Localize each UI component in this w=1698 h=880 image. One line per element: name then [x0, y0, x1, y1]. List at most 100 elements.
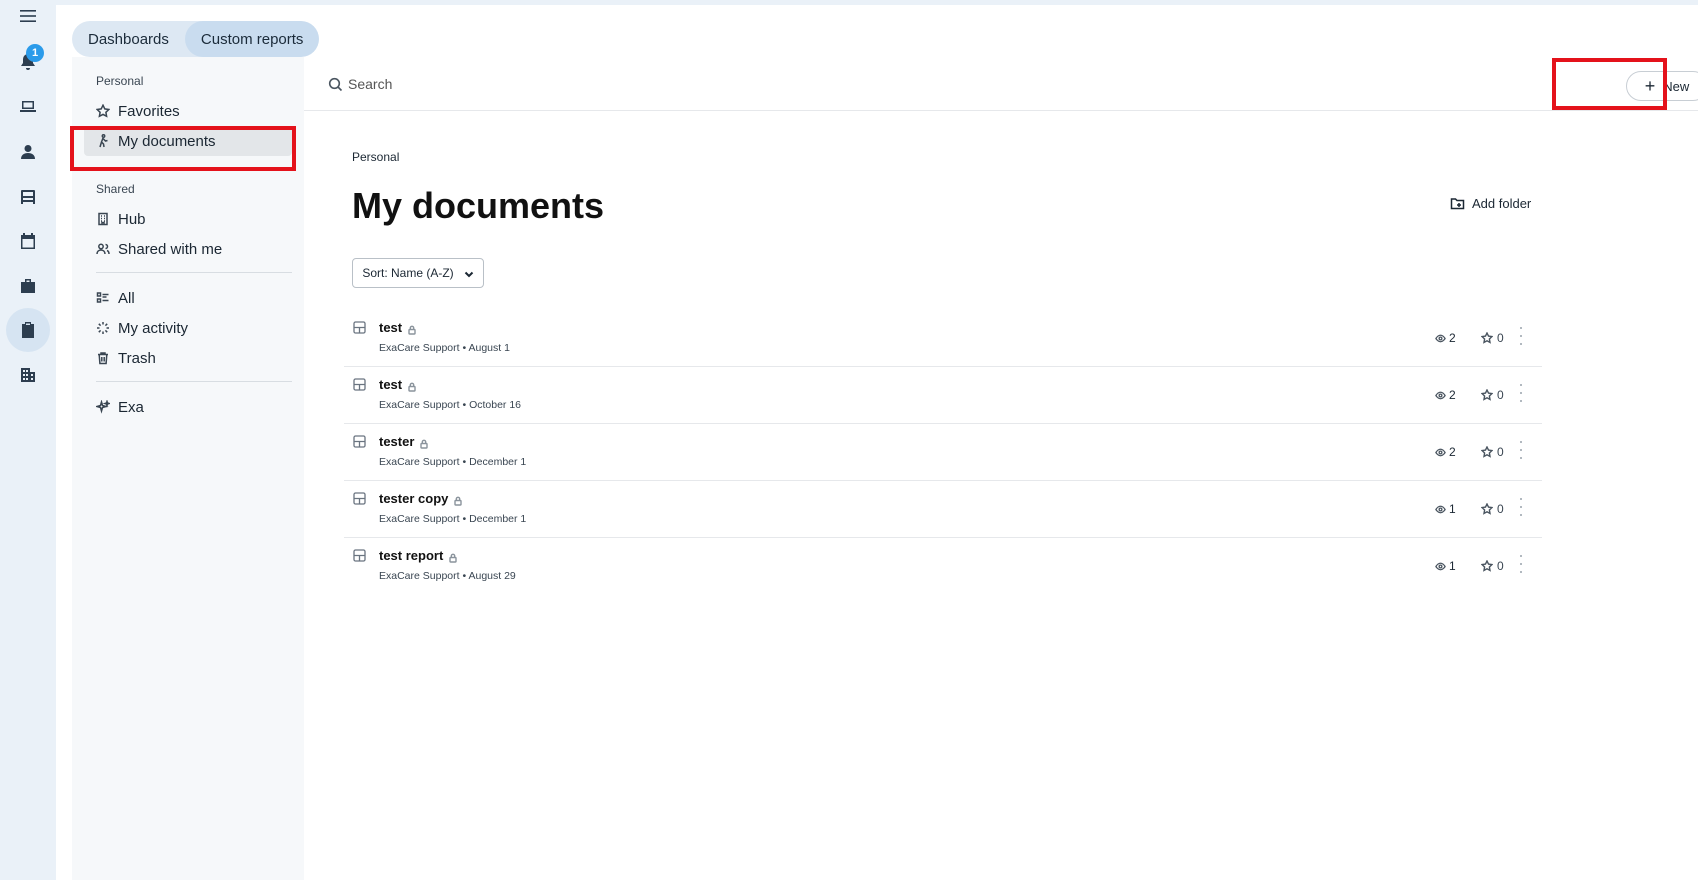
new-button[interactable]: + New [1626, 71, 1698, 101]
more-options-icon[interactable] [1518, 441, 1524, 459]
nav-item-my-documents[interactable]: My documents [84, 126, 292, 156]
nav-item-trash[interactable]: Trash [84, 343, 292, 373]
briefcase-icon[interactable] [6, 264, 50, 308]
sort-label: Sort: Name (A-Z) [362, 266, 454, 280]
view-count: 2 [1435, 445, 1456, 459]
menu-icon[interactable] [6, 0, 50, 38]
more-options-icon[interactable] [1518, 498, 1524, 516]
nav-item-label: Hub [118, 210, 146, 228]
view-count-value: 2 [1449, 445, 1456, 459]
clipboard-check-icon[interactable] [6, 308, 50, 352]
table-row[interactable]: tester ExaCare Support • December 1 2 0 [344, 424, 1542, 481]
document-name[interactable]: test [379, 377, 417, 392]
add-folder-button[interactable]: Add folder [1450, 196, 1531, 211]
page-title: My documents [352, 185, 605, 226]
nav-item-my-activity[interactable]: My activity [84, 313, 292, 343]
report-icon [353, 321, 366, 334]
table-row[interactable]: test report ExaCare Support • August 29 … [344, 538, 1542, 595]
notification-badge: 1 [26, 44, 44, 62]
laptop-icon[interactable] [6, 85, 50, 129]
lock-icon [448, 551, 458, 563]
document-name[interactable]: tester copy [379, 491, 463, 506]
view-count-value: 1 [1449, 502, 1456, 516]
nav-item-label: All [118, 289, 135, 307]
person-icon[interactable] [6, 130, 50, 174]
document-title[interactable]: test [379, 377, 402, 392]
nav-item-all[interactable]: All [84, 283, 292, 313]
view-count: 2 [1435, 331, 1456, 345]
document-date: December 1 [469, 513, 527, 525]
search-icon [328, 77, 343, 92]
calendar-icon[interactable] [6, 219, 50, 263]
document-date: December 1 [469, 456, 527, 468]
document-name[interactable]: tester [379, 434, 429, 449]
search-input[interactable] [348, 71, 748, 97]
list-icon [96, 291, 110, 305]
star-count[interactable]: 0 [1481, 388, 1504, 402]
new-button-label: New [1663, 78, 1690, 94]
view-count: 1 [1435, 559, 1456, 573]
breadcrumb[interactable]: Personal [352, 150, 399, 164]
table-row[interactable]: test ExaCare Support • October 16 2 0 [344, 367, 1542, 424]
tab-dashboards[interactable]: Dashboards [72, 21, 185, 57]
document-title[interactable]: test report [379, 548, 443, 563]
sparkle-icon [96, 400, 110, 414]
document-date: October 16 [469, 399, 522, 411]
tab-custom-reports[interactable]: Custom reports [184, 21, 320, 57]
star-count-value: 0 [1497, 388, 1504, 402]
table-row[interactable]: test ExaCare Support • August 1 2 0 [344, 310, 1542, 367]
star-icon [1481, 389, 1493, 401]
document-title[interactable]: tester copy [379, 491, 448, 506]
search-bar: + New [304, 57, 1698, 111]
add-folder-label: Add folder [1472, 196, 1532, 211]
bell-icon[interactable]: 1 [6, 40, 50, 84]
chevron-down-icon [464, 268, 474, 278]
report-icon [353, 549, 366, 562]
document-author: ExaCare Support [379, 570, 460, 582]
document-meta: ExaCare Support • December 1 [379, 513, 527, 525]
eye-icon [1435, 334, 1446, 342]
lock-icon [407, 323, 417, 335]
star-count[interactable]: 0 [1481, 331, 1504, 345]
table-row[interactable]: tester copy ExaCare Support • December 1… [344, 481, 1542, 538]
nav-divider [96, 272, 292, 273]
nav-item-favorites[interactable]: Favorites [84, 96, 292, 126]
report-icon [353, 435, 366, 448]
nav-item-label: Shared with me [118, 240, 223, 258]
star-icon [1481, 332, 1493, 344]
star-count-value: 0 [1497, 559, 1504, 573]
document-title[interactable]: test [379, 320, 402, 335]
document-name[interactable]: test [379, 320, 417, 335]
walking-person-icon [96, 134, 110, 148]
sort-dropdown[interactable]: Sort: Name (A-Z) [352, 258, 484, 288]
view-count: 2 [1435, 388, 1456, 402]
nav-item-label: My documents [118, 132, 216, 150]
view-count-value: 1 [1449, 559, 1456, 573]
star-count-value: 0 [1497, 502, 1504, 516]
star-icon [1481, 503, 1493, 515]
building-outline-icon [96, 212, 110, 226]
nav-item-hub[interactable]: Hub [84, 204, 292, 234]
bed-icon[interactable] [6, 175, 50, 219]
eye-icon [1435, 448, 1446, 456]
document-list: test ExaCare Support • August 1 2 0 test… [344, 310, 1542, 595]
more-options-icon[interactable] [1518, 555, 1524, 573]
nav-item-exa[interactable]: Exa [84, 392, 292, 422]
star-count[interactable]: 0 [1481, 502, 1504, 516]
building-icon[interactable] [6, 353, 50, 397]
nav-heading-personal: Personal [96, 74, 144, 88]
star-count[interactable]: 0 [1481, 445, 1504, 459]
nav-divider [96, 381, 292, 382]
document-title[interactable]: tester [379, 434, 414, 449]
document-name[interactable]: test report [379, 548, 458, 563]
trash-icon [96, 351, 110, 365]
document-meta: ExaCare Support • August 1 [379, 342, 510, 354]
more-options-icon[interactable] [1518, 327, 1524, 345]
nav-item-shared-with-me[interactable]: Shared with me [84, 234, 292, 264]
people-icon [96, 242, 110, 256]
report-icon [353, 378, 366, 391]
more-options-icon[interactable] [1518, 384, 1524, 402]
star-count[interactable]: 0 [1481, 559, 1504, 573]
star-icon [96, 104, 110, 118]
document-date: August 29 [468, 570, 516, 582]
